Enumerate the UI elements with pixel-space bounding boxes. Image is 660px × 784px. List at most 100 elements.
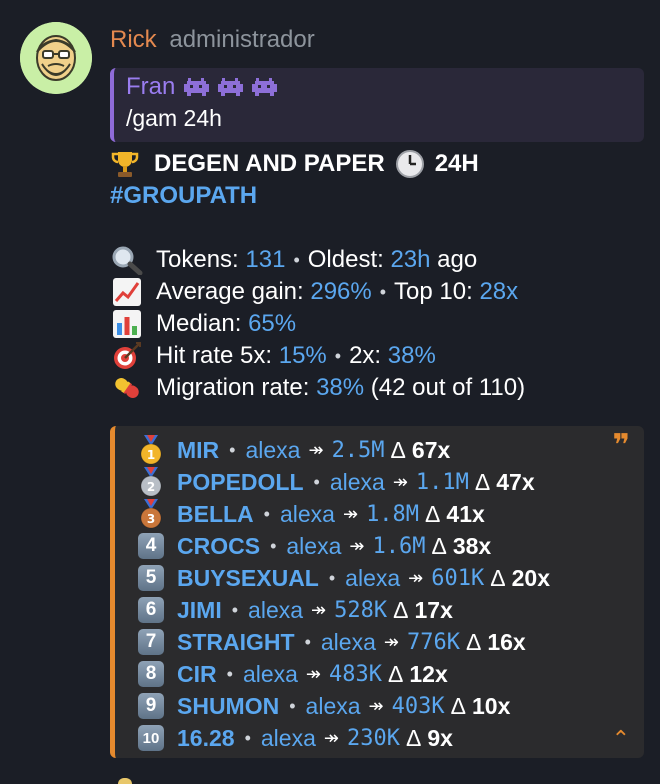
message-body: DEGEN AND PAPER 24H #GROUPATH Tokens: 13… <box>110 148 644 404</box>
ranking-row: 8 CIR • alexa ↠ 483K Δ 12x <box>137 658 644 690</box>
market-cap-value[interactable]: 601K <box>431 566 484 591</box>
top10-label: Top 10: <box>394 278 473 305</box>
avatar[interactable] <box>20 22 92 94</box>
svg-text:1: 1 <box>147 448 155 462</box>
caller-link[interactable]: alexa <box>280 501 335 528</box>
market-cap-value[interactable]: 403K <box>392 694 445 719</box>
separator-dot: • <box>270 535 277 556</box>
delta-icon: Δ <box>490 564 506 591</box>
caller-link[interactable]: alexa <box>286 533 341 560</box>
bar-chart-icon <box>110 309 144 339</box>
token-link[interactable]: CROCS <box>177 533 260 560</box>
stat-median: Median: 65% <box>110 308 644 340</box>
caller-link[interactable]: alexa <box>330 469 385 496</box>
sender-name[interactable]: Rick <box>110 26 157 53</box>
market-cap-value[interactable]: 776K <box>407 630 460 655</box>
arrow-icon: ↠ <box>392 471 408 492</box>
separator-dot: • <box>226 663 233 684</box>
migration-value: 38% <box>316 374 365 401</box>
title-line: DEGEN AND PAPER 24H <box>110 148 644 180</box>
svg-text:2: 2 <box>147 480 155 494</box>
token-link[interactable]: CIR <box>177 661 217 688</box>
ranking-row: 4 CROCS • alexa ↠ 1.6M Δ 38x <box>137 530 644 562</box>
median-value: 65% <box>248 310 297 337</box>
delta-icon: Δ <box>405 724 422 751</box>
hashtag-line: #GROUPATH <box>110 180 644 212</box>
separator-dot: • <box>229 439 236 460</box>
caller-link[interactable]: alexa <box>345 565 400 592</box>
separator-dot: • <box>334 346 342 366</box>
separator-dot: • <box>289 695 296 716</box>
delta-icon: Δ <box>388 660 404 687</box>
oldest-value: 23h <box>390 246 431 273</box>
delta-icon: Δ <box>431 532 447 559</box>
multiplier-value: 12x <box>409 660 448 687</box>
market-cap-value[interactable]: 1.8M <box>366 502 419 527</box>
token-link[interactable]: SHUMON <box>177 693 279 720</box>
caller-link[interactable]: alexa <box>248 597 303 624</box>
caller-link[interactable]: alexa <box>321 629 376 656</box>
separator-dot: • <box>231 599 239 620</box>
ranking-row: 10 16.28 • alexa ↠ 230K Δ 9x <box>137 722 644 754</box>
svg-text:3: 3 <box>147 512 155 526</box>
gold-medal-icon: 1 <box>137 435 165 465</box>
silver-medal-icon: 2 <box>137 467 165 497</box>
stat-tokens: Tokens: 131 • Oldest: 23h ago <box>110 244 644 276</box>
stat-migration: Migration rate: 38% (42 out of 110) <box>110 372 644 404</box>
keycap-7-icon: 7 <box>137 628 165 656</box>
hit-rate-2x-value: 38% <box>387 342 436 369</box>
separator-dot: • <box>263 503 270 524</box>
collapse-chevron-icon[interactable]: ⌃ <box>612 726 630 752</box>
multiplier-value: 20x <box>511 564 550 591</box>
trophy-icon <box>110 149 140 179</box>
token-link[interactable]: POPEDOLL <box>177 469 304 496</box>
clock-icon <box>395 149 425 179</box>
market-cap-value[interactable]: 1.6M <box>372 534 425 559</box>
market-cap-value[interactable]: 1.1M <box>416 470 469 495</box>
stat-hit-rate: Hit rate 5x: 15% • 2x: 38% <box>110 340 644 372</box>
token-link[interactable]: BUYSEXUAL <box>177 565 319 592</box>
token-link[interactable]: STRAIGHT <box>177 629 295 656</box>
market-cap-value[interactable]: 230K <box>347 726 400 751</box>
ranking-row: 5 BUYSEXUAL • alexa ↠ 601K Δ 20x <box>137 562 644 594</box>
multiplier-value: 38x <box>452 532 492 559</box>
alien-monster-icon <box>183 76 278 98</box>
bearded-man-avatar-icon <box>20 22 92 94</box>
caller-link[interactable]: alexa <box>261 725 316 752</box>
delta-icon: Δ <box>390 436 406 463</box>
message-bubble[interactable]: Rick administrador Fran /gam 24h DEGEN A… <box>110 24 644 758</box>
market-cap-value[interactable]: 2.5M <box>332 438 385 463</box>
next-message-emoji-peek <box>118 778 132 784</box>
hashtag-link[interactable]: #GROUPATH <box>110 180 257 212</box>
avg-gain-value: 296% <box>310 278 372 305</box>
direct-hit-icon <box>110 341 144 371</box>
arrow-icon: ↠ <box>349 535 365 556</box>
stat-average-gain: Average gain: 296% • Top 10: 28x <box>110 276 644 308</box>
multiplier-value: 41x <box>446 500 485 527</box>
token-link[interactable]: JIMI <box>177 597 222 624</box>
token-link[interactable]: 16.28 <box>177 725 235 752</box>
keycap-number: 6 <box>138 597 164 623</box>
caller-link[interactable]: alexa <box>306 693 361 720</box>
market-cap-value[interactable]: 528K <box>334 598 387 623</box>
market-cap-value[interactable]: 483K <box>329 662 382 687</box>
token-link[interactable]: BELLA <box>177 501 254 528</box>
ranking-row: 6 JIMI • alexa ↠ 528K Δ 17x <box>137 594 644 626</box>
ranking-row: 9 SHUMON • alexa ↠ 403K Δ 10x <box>137 690 644 722</box>
arrow-icon: ↠ <box>311 599 327 620</box>
keycap-number: 9 <box>138 693 164 719</box>
token-link[interactable]: MIR <box>177 437 219 464</box>
tokens-label: Tokens: <box>156 246 239 273</box>
title-period: 24H <box>434 150 479 177</box>
caller-link[interactable]: alexa <box>243 661 298 688</box>
caller-link[interactable]: alexa <box>245 437 300 464</box>
oldest-suffix: ago <box>437 246 478 273</box>
reply-preview[interactable]: Fran /gam 24h <box>110 68 644 142</box>
separator-dot: • <box>379 282 387 302</box>
keycap-number: 10 <box>138 725 164 751</box>
keycap-6-icon: 6 <box>137 596 165 624</box>
ranking-blockquote[interactable]: ❞ 1 MIR • alexa ↠ 2.5M Δ 67x 2 POPEDOLL • alexa ↠ 1.1… <box>110 426 644 758</box>
avg-gain-label: Average gain: <box>156 278 304 305</box>
sender-role: administrador <box>169 26 315 53</box>
bronze-medal-icon: 3 <box>137 499 165 529</box>
